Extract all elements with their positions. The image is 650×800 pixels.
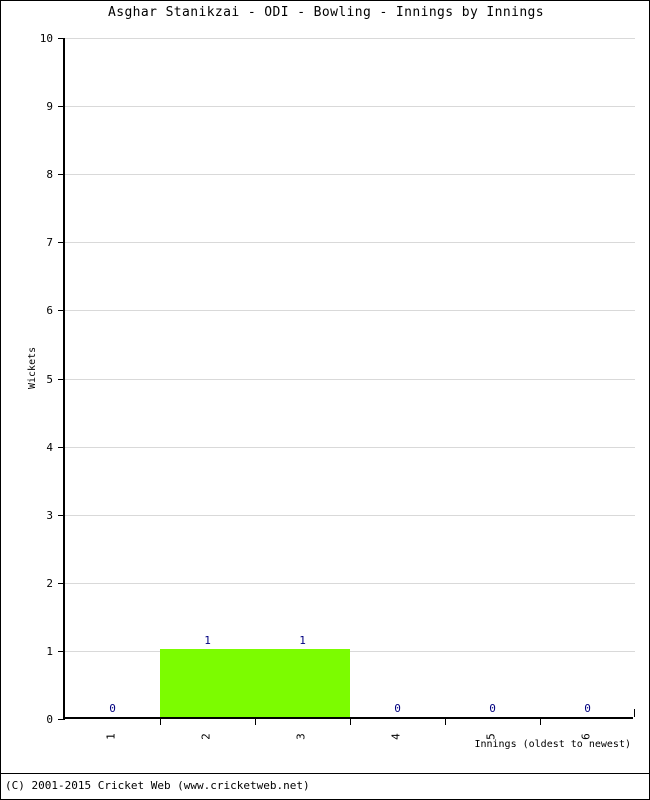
y-tick-label: 1 (46, 644, 53, 658)
y-tick-mark (58, 242, 65, 244)
y-tick-label: 2 (46, 576, 53, 590)
y-axis-top-cap (63, 38, 65, 46)
y-tick-label: 10 (39, 32, 53, 45)
x-tick-mark (445, 717, 446, 725)
chart-figure: Asghar Stanikzai - ODI - Bowling - Innin… (0, 0, 650, 800)
bar-value-label: 1 (204, 633, 211, 647)
bar (160, 648, 255, 717)
bar-value-label: 0 (489, 702, 496, 715)
y-tick-label: 8 (46, 168, 53, 182)
footer-copyright: (C) 2001-2015 Cricket Web (www.cricketwe… (5, 779, 310, 792)
gridline (65, 650, 635, 652)
gridline (65, 446, 635, 448)
x-tick-label: 4 (389, 733, 402, 740)
x-tick-label: 2 (199, 733, 212, 740)
y-tick-label: 6 (46, 304, 53, 318)
x-tick-label: 3 (294, 733, 307, 740)
y-tick-mark (58, 310, 65, 312)
gridline (65, 310, 635, 312)
footer-separator (1, 773, 650, 774)
y-tick-mark (58, 719, 65, 720)
y-tick-label: 7 (46, 236, 53, 250)
y-tick-mark (58, 106, 65, 108)
y-tick-mark (58, 582, 65, 584)
y-tick-label: 9 (46, 100, 53, 114)
y-tick-label: 5 (46, 372, 53, 386)
chart-title: Asghar Stanikzai - ODI - Bowling - Innin… (107, 5, 544, 20)
gridline (65, 378, 635, 380)
x-tick-label: 1 (104, 733, 117, 740)
y-tick-mark (58, 446, 65, 448)
bar-value-label: 1 (299, 633, 306, 647)
x-tick-mark (160, 717, 161, 725)
gridline (65, 106, 635, 108)
y-tick-label: 4 (46, 440, 53, 454)
x-axis-title: Innings (oldest to newest) (474, 739, 631, 750)
y-tick-label: 3 (46, 508, 53, 522)
bar-value-label: 0 (109, 702, 116, 715)
bar (255, 648, 350, 717)
gridline (65, 582, 635, 584)
y-tick-mark (58, 378, 65, 380)
y-tick-label: 0 (46, 713, 53, 726)
bar-value-label: 0 (394, 702, 401, 715)
x-tick-mark (540, 717, 541, 725)
x-axis-end-tick (634, 709, 635, 717)
gridline (65, 38, 635, 39)
plot-area: 0 1 1 0 0 0 (58, 38, 635, 725)
gridline (65, 242, 635, 244)
y-tick-mark (58, 174, 65, 176)
y-tick-mark (58, 650, 65, 652)
y-tick-mark (58, 514, 65, 516)
x-tick-mark (350, 717, 351, 725)
gridline (65, 514, 635, 516)
gridline (65, 174, 635, 176)
bar-value-label: 0 (584, 702, 591, 715)
x-tick-mark (255, 717, 256, 725)
